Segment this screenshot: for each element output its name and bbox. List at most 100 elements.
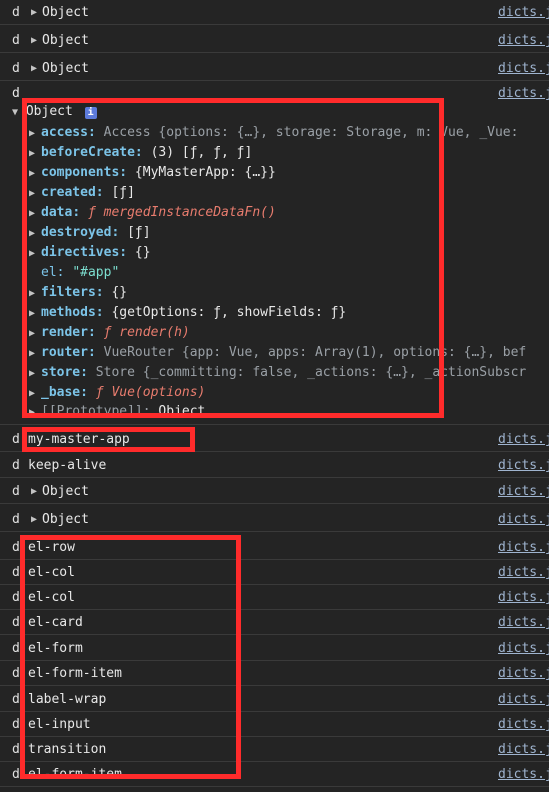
source-link[interactable]: dicts.js (498, 453, 549, 478)
expand-triangle-icon[interactable]: ▶ (31, 507, 37, 532)
console-row[interactable]: d ▶ Object dicts.js (0, 0, 549, 25)
expand-triangle-icon[interactable]: ▶ (29, 244, 37, 263)
console-row[interactable]: d el-form-item dicts.js (0, 762, 549, 787)
property-created[interactable]: ▶ created: [ƒ] (29, 183, 549, 203)
console-row[interactable]: d el-card dicts.js (0, 610, 549, 635)
property-beforecreate[interactable]: ▶ beforeCreate: (3) [ƒ, ƒ, ƒ] (29, 143, 549, 163)
row-prefix: d (12, 742, 20, 757)
console-row[interactable]: d ▶ Object dicts.js (0, 56, 549, 81)
property-filters[interactable]: ▶ filters: {} (29, 283, 549, 303)
console-row[interactable]: d my-master-app dicts.js (0, 427, 549, 452)
row-label[interactable]: el-card (28, 610, 83, 635)
row-label[interactable]: keep-alive (28, 453, 106, 478)
source-link[interactable]: dicts.js (498, 535, 549, 560)
source-link[interactable]: dicts.js (498, 0, 549, 25)
console-row[interactable]: d el-form dicts.js (0, 636, 549, 661)
row-object-label[interactable]: Object (42, 507, 89, 532)
row-label[interactable]: transition (28, 737, 106, 762)
row-object-label[interactable]: Object (42, 479, 89, 504)
row-prefix: d (12, 458, 20, 473)
expand-triangle-icon[interactable]: ▶ (31, 56, 37, 81)
expand-triangle-icon[interactable]: ▶ (29, 224, 37, 243)
row-prefix: d (12, 33, 20, 48)
row-label[interactable]: my-master-app (28, 427, 130, 452)
property-el: el: "#app" (41, 265, 120, 280)
row-prefix: d (12, 86, 20, 101)
row-label[interactable]: el-form-item (28, 762, 122, 787)
expand-triangle-icon[interactable]: ▶ (29, 284, 37, 303)
property-store[interactable]: ▶ store: Store {_committing: false, _acti… (29, 363, 549, 383)
row-object-label[interactable]: Object (42, 0, 89, 25)
property-router[interactable]: ▶ router: VueRouter {app: Vue, apps: Arra… (29, 343, 549, 363)
expand-triangle-icon[interactable]: ▶ (29, 384, 37, 403)
row-prefix: d (12, 666, 20, 681)
expand-triangle-icon[interactable]: ▶ (29, 324, 37, 343)
property-methods[interactable]: ▶ methods: {getOptions: ƒ, showFields: ƒ} (29, 303, 549, 323)
row-label[interactable]: el-input (28, 712, 91, 737)
console-row[interactable]: d el-form-item dicts.js (0, 661, 549, 686)
property-access[interactable]: ▶ access: Access {options: {…}, storage: … (29, 123, 549, 143)
source-link[interactable]: dicts.js (498, 610, 549, 635)
property-components[interactable]: ▶ components: {MyMasterApp: {…}} (29, 163, 549, 183)
collapse-triangle-icon[interactable]: ▼ (12, 107, 18, 118)
property-directives[interactable]: ▶ directives: {} (29, 243, 549, 263)
row-label[interactable]: el-row (28, 535, 75, 560)
row-object-label[interactable]: Object (42, 28, 89, 53)
property-data[interactable]: ▶ data: ƒ mergedInstanceDataFn() (29, 203, 549, 223)
property-render[interactable]: ▶ render: ƒ render(h) (29, 323, 549, 343)
row-prefix: d (12, 692, 20, 707)
console-row[interactable]: d transition dicts.js (0, 737, 549, 762)
source-link[interactable]: dicts.js (498, 737, 549, 762)
source-link[interactable]: dicts.js (498, 560, 549, 585)
source-link[interactable]: dicts.js (498, 86, 549, 101)
source-link[interactable]: dicts.js (498, 636, 549, 661)
expand-triangle-icon[interactable]: ▶ (29, 364, 37, 383)
expand-triangle-icon[interactable]: ▶ (29, 304, 37, 323)
source-link[interactable]: dicts.js (498, 28, 549, 53)
row-label[interactable]: el-col (28, 585, 75, 610)
source-link[interactable]: dicts.js (498, 585, 549, 610)
row-label[interactable]: el-col (28, 560, 75, 585)
object-header[interactable]: ▼ Object i (12, 104, 97, 119)
expand-triangle-icon[interactable]: ▶ (29, 344, 37, 363)
source-link[interactable]: dicts.js (498, 687, 549, 712)
property-prototype[interactable]: ▶ [[Prototype]]: Object (29, 402, 549, 422)
row-object-label[interactable]: Object (42, 56, 89, 81)
source-link[interactable]: dicts.js (498, 507, 549, 532)
row-label[interactable]: label-wrap (28, 687, 106, 712)
row-prefix: d (12, 512, 20, 527)
property-base[interactable]: ▶ _base: ƒ Vue(options) (29, 383, 549, 403)
row-prefix: d (12, 432, 20, 447)
property-destroyed[interactable]: ▶ destroyed: [ƒ] (29, 223, 549, 243)
console-row[interactable]: d label-wrap dicts.js (0, 687, 549, 712)
expand-triangle-icon[interactable]: ▶ (31, 479, 37, 504)
expand-triangle-icon[interactable]: ▶ (29, 184, 37, 203)
row-prefix: d (12, 615, 20, 630)
expand-triangle-icon[interactable]: ▶ (29, 403, 37, 422)
row-prefix: d (12, 641, 20, 656)
expand-triangle-icon[interactable]: ▶ (29, 144, 37, 163)
source-link[interactable]: dicts.js (498, 479, 549, 504)
console-row[interactable]: d el-col dicts.js (0, 585, 549, 610)
expand-triangle-icon[interactable]: ▶ (29, 124, 37, 143)
console-row[interactable]: d ▶ Object dicts.js (0, 28, 549, 53)
source-link[interactable]: dicts.js (498, 762, 549, 787)
source-link[interactable]: dicts.js (498, 427, 549, 452)
source-link[interactable]: dicts.js (498, 661, 549, 686)
console-row[interactable]: d ▶ Object dicts.js (0, 479, 549, 504)
info-icon[interactable]: i (84, 107, 97, 119)
row-label[interactable]: el-form-item (28, 661, 122, 686)
console-row[interactable]: d el-input dicts.js (0, 712, 549, 737)
expand-triangle-icon[interactable]: ▶ (31, 28, 37, 53)
expand-triangle-icon[interactable]: ▶ (31, 0, 37, 25)
expand-triangle-icon[interactable]: ▶ (29, 204, 37, 223)
source-link[interactable]: dicts.js (498, 56, 549, 81)
console-row[interactable]: d keep-alive dicts.js (0, 453, 549, 478)
source-link[interactable]: dicts.js (498, 712, 549, 737)
console-row[interactable]: d ▶ Object dicts.js (0, 507, 549, 532)
expand-triangle-icon[interactable]: ▶ (29, 164, 37, 183)
row-prefix: d (12, 767, 20, 782)
row-label[interactable]: el-form (28, 636, 83, 661)
console-row[interactable]: d el-row dicts.js (0, 535, 549, 560)
console-row[interactable]: d el-col dicts.js (0, 560, 549, 585)
